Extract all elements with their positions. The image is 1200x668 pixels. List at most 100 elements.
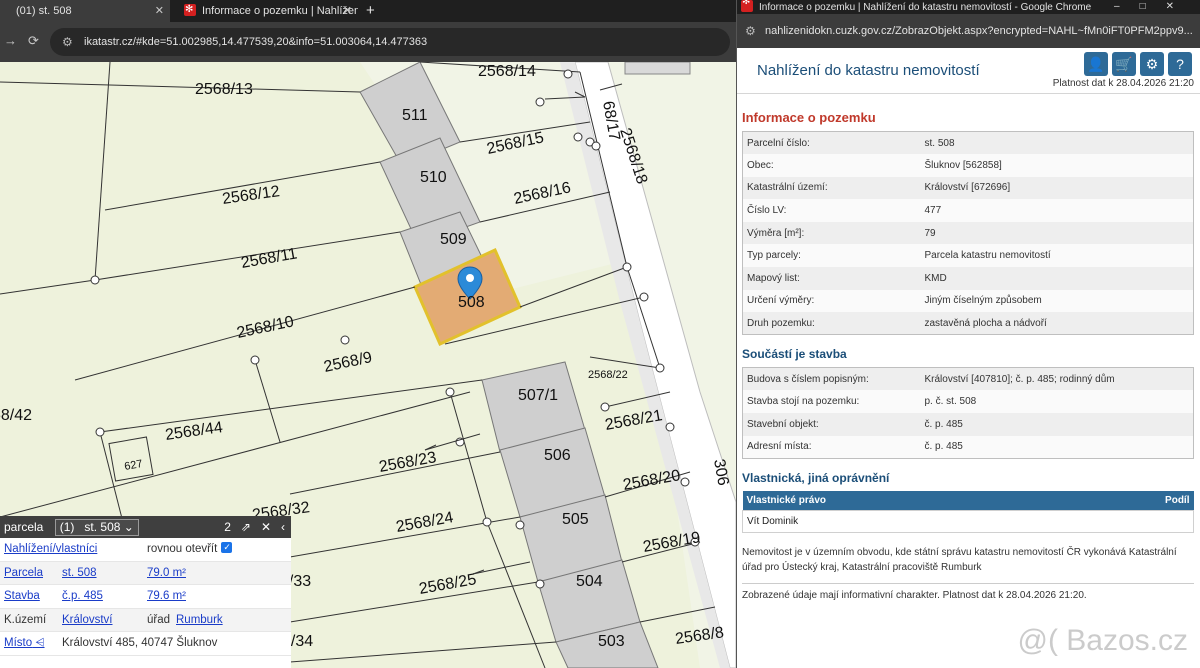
row-key: Číslo LV: bbox=[742, 199, 921, 222]
building-info-table: Budova s číslem popisným: Království [407… bbox=[742, 367, 1194, 459]
address-bar: → ⟳ ⚙ ikatastr.cz/#kde=51.002985,14.4775… bbox=[0, 22, 736, 62]
row-value[interactable]: Jiným číselným způsobem bbox=[920, 289, 1194, 313]
tab-label: Informace o pozemku | Nahlížení bbox=[202, 5, 358, 17]
reload-icon[interactable]: ⟳ bbox=[28, 33, 39, 49]
row-key: Stavební objekt: bbox=[742, 413, 921, 436]
parcel-info-popup: parcela (1) st. 508 ⌄ 2 ⇗ ✕ ‹ Nahlížení/vla… bbox=[0, 516, 291, 668]
office-note: Nemovitost je v územním obvodu, kde stát… bbox=[742, 547, 1177, 574]
owner-name[interactable]: Vít Dominik bbox=[742, 510, 1194, 534]
footer-disclaimer: Zobrazené údaje mají informativní charak… bbox=[742, 590, 1087, 602]
row-key: Katastrální území: bbox=[742, 176, 921, 200]
table-row: Typ parcely: Parcela katastru nemovitostí bbox=[742, 244, 1194, 268]
address-bar[interactable]: ⚙ nahlizenidokn.cuzk.gov.cz/ZobrazObjekt… bbox=[737, 14, 1200, 48]
new-tab-plus-icon[interactable]: + bbox=[366, 0, 375, 22]
close-tab-icon[interactable]: ✕ bbox=[155, 0, 164, 22]
row-value[interactable]: č. p. 485 bbox=[920, 435, 1194, 459]
table-row: Obec: Šluknov [562858] bbox=[742, 154, 1194, 177]
place-link-text: Místo bbox=[4, 637, 33, 649]
page-content: Informace o pozemku Parcelní číslo: st. 5… bbox=[737, 94, 1200, 601]
owners-col-right: Vlastnické právo bbox=[742, 490, 1072, 511]
popup-header: parcela (1) st. 508 ⌄ 2 ⇗ ✕ ‹ bbox=[0, 516, 291, 538]
parcel-label: 508 bbox=[458, 294, 485, 311]
row-value[interactable]: Šluknov [562858] bbox=[920, 154, 1194, 177]
gear-icon[interactable]: ⚙ bbox=[1140, 52, 1164, 76]
row-value[interactable]: 477 bbox=[920, 199, 1194, 222]
bazos-watermark: @( Bazos.cz bbox=[1017, 624, 1189, 657]
popup-row-cadastral-area: K.území Království úřad Rumburk bbox=[0, 608, 291, 633]
site-settings-icon[interactable]: ⚙ bbox=[62, 28, 73, 56]
parcel-label: 510 bbox=[420, 169, 447, 186]
share-icon[interactable]: ⇗ bbox=[241, 520, 251, 534]
building-number-link[interactable]: č.p. 485 bbox=[62, 585, 103, 609]
ikatastr-browser-window: (01) st. 508 ✕ Informace o pozemku | Nah… bbox=[0, 0, 736, 668]
parcel-select[interactable]: (1) st. 508 ⌄ bbox=[54, 519, 139, 536]
row-key: Výměra [m²]: bbox=[742, 221, 921, 245]
parcel-label: 511 bbox=[402, 107, 428, 124]
row-value[interactable]: č. p. 485 bbox=[920, 413, 1194, 436]
owners-table: Vlastnické právo Podíl Vít Dominik bbox=[742, 490, 1194, 534]
row-value[interactable]: Království [672696] bbox=[920, 176, 1194, 200]
parcel-link[interactable]: Parcela bbox=[4, 562, 43, 586]
section-title-parcel: Informace o pozemku bbox=[742, 110, 876, 125]
owners-col-share: Podíl bbox=[1071, 490, 1194, 511]
window-title: Informace o pozemku | Nahlížení do katas… bbox=[759, 2, 1092, 13]
cadastral-area-link[interactable]: Království bbox=[62, 609, 113, 633]
header-toolbar: 👤 🛒 ⚙? bbox=[1080, 52, 1192, 76]
place-link[interactable]: Místo ⩤ bbox=[4, 632, 45, 656]
row-key: Druh pozemku: bbox=[742, 312, 921, 335]
cart-icon[interactable]: 🛒 bbox=[1112, 52, 1136, 76]
chevron-left-icon[interactable]: ‹ bbox=[281, 520, 285, 534]
row-value[interactable]: KMD bbox=[920, 267, 1194, 290]
row-value[interactable]: Parcela katastru nemovitostí bbox=[920, 244, 1194, 268]
tab-cuzk[interactable]: Informace o pozemku | Nahlížení ✕ bbox=[178, 0, 358, 22]
row-key: Adresní místa: bbox=[742, 435, 921, 459]
table-row: Číslo LV: 477 bbox=[742, 199, 1194, 222]
parcel-number-link[interactable]: st. 508 bbox=[62, 562, 97, 586]
forward-arrow-icon[interactable]: → bbox=[4, 33, 17, 48]
section-title-rights: Vlastnická, jiná oprávnění bbox=[742, 470, 890, 485]
office-label: úřad bbox=[147, 613, 171, 626]
row-key: Budova s číslem popisným: bbox=[742, 367, 921, 391]
table-row: Mapový list: KMD bbox=[742, 267, 1194, 290]
close-tab-icon[interactable]: ✕ bbox=[343, 0, 352, 22]
parcel-info-table: Parcelní číslo: st. 508 Obec: Šluknov [5628… bbox=[742, 131, 1194, 336]
cadastral-area-label: K.území bbox=[4, 613, 47, 626]
parcel-select-value: st. 508 bbox=[84, 520, 121, 534]
site-settings-icon[interactable]: ⚙ bbox=[745, 14, 756, 48]
row-value[interactable]: Království [407810]; č. p. 485; rodinný … bbox=[920, 367, 1194, 391]
table-row: Stavba stojí na pozemku: p. č. st. 508 bbox=[742, 390, 1194, 414]
parcel-area-link[interactable]: 79.0 m² bbox=[147, 562, 186, 586]
url-text: nahlizenidokn.cuzk.gov.cz/ZobrazObjekt.a… bbox=[765, 25, 1193, 37]
row-value[interactable]: st. 508 bbox=[920, 131, 1194, 155]
site-header: Nahlížení do katastru nemovitostí 👤 🛒 ⚙? P… bbox=[737, 48, 1200, 94]
row-value[interactable]: 79 bbox=[920, 221, 1194, 245]
parcel-label: 2568/22 bbox=[588, 369, 628, 381]
table-row: Stavební objekt: č. p. 485 bbox=[742, 413, 1194, 436]
window-controls[interactable]: –□✕ bbox=[1114, 0, 1194, 14]
help-icon[interactable]: ? bbox=[1168, 52, 1192, 76]
parcel-label: 2568/14 bbox=[478, 63, 536, 80]
cuzk-logo-icon bbox=[184, 0, 196, 21]
building-area-link[interactable]: 79.6 m² bbox=[147, 585, 186, 609]
popup-row-building: Stavba č.p. 485 79.6 m² bbox=[0, 585, 291, 609]
row-key: Mapový list: bbox=[742, 267, 921, 290]
parcel-label: 507/1 bbox=[518, 387, 558, 404]
ownership-link[interactable]: Nahlížení/vlastníci bbox=[4, 538, 97, 562]
building-link[interactable]: Stavba bbox=[4, 585, 40, 609]
user-icon[interactable]: 👤 bbox=[1084, 52, 1108, 76]
tab-ikatastr[interactable]: (01) st. 508 ✕ bbox=[0, 0, 170, 22]
row-value[interactable]: p. č. st. 508 bbox=[920, 390, 1194, 414]
close-icon[interactable]: ✕ bbox=[261, 520, 271, 534]
row-value[interactable]: zastavěná plocha a nádvoří bbox=[920, 312, 1194, 335]
table-row: Druh pozemku: zastavěná plocha a nádvoří bbox=[742, 312, 1194, 335]
open-directly-checkbox[interactable] bbox=[221, 536, 233, 560]
data-validity: Platnost dat k 28.04.2026 21:20 bbox=[1052, 78, 1194, 89]
open-directly-label: rovnou otevřít bbox=[147, 536, 233, 562]
tab-strip: (01) st. 508 ✕ Informace o pozemku | Nah… bbox=[0, 0, 736, 22]
url-field[interactable]: ⚙ ikatastr.cz/#kde=51.002985,14.477539,2… bbox=[50, 28, 730, 56]
cuzk-logo-icon bbox=[741, 0, 753, 12]
office-link[interactable]: Rumburk bbox=[176, 609, 223, 633]
tab-label: (01) st. 508 bbox=[16, 5, 72, 17]
owners-header-row: Vlastnické právo Podíl bbox=[742, 490, 1194, 511]
table-row: Budova s číslem popisným: Království [407… bbox=[742, 367, 1194, 391]
